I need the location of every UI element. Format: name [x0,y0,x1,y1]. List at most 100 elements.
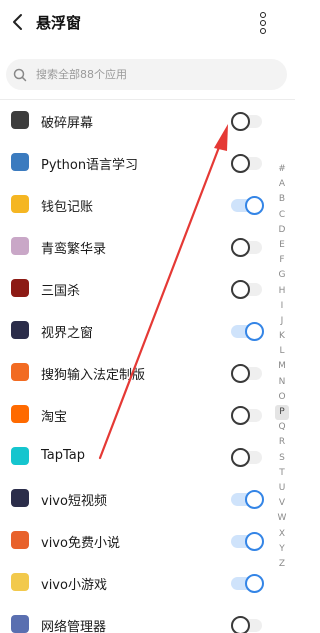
floating-window-toggle[interactable] [231,405,265,425]
toggle-knob [231,280,250,299]
list-item[interactable]: vivo小游戏 [0,562,268,604]
list-item[interactable]: 视界之窗 [0,310,268,352]
search-input[interactable] [36,65,276,84]
list-item[interactable]: vivo短视频 [0,478,268,520]
list-item[interactable]: 破碎屏幕 [0,100,268,142]
search-icon [13,68,27,82]
toggle-knob [231,364,250,383]
more-vertical-icon[interactable] [254,10,272,36]
index-letter[interactable]: O [275,390,289,405]
floating-window-toggle[interactable] [231,615,265,633]
list-item[interactable]: 青鸾繁华录 [0,226,268,268]
toggle-knob [231,616,250,633]
index-letter[interactable]: Z [275,557,289,572]
sanguosha-app-icon [11,279,29,297]
index-letter[interactable]: H [275,284,289,299]
index-letter[interactable]: V [275,496,289,511]
toggle-knob [231,238,250,257]
app-list: 破碎屏幕 Python语言学习 钱包记账青鸾繁华录三国杀视界之窗搜狗输入法定制版 淘宝… [0,100,268,633]
play-window-app-icon [11,321,29,339]
index-letter[interactable]: W [275,511,289,526]
taptap-app-icon [11,447,29,465]
list-item[interactable]: 网络管理器 [0,604,268,633]
index-letter[interactable]: B [275,192,289,207]
toggle-knob [245,322,264,341]
index-letter[interactable]: E [275,238,289,253]
floating-window-toggle[interactable] [231,237,265,257]
list-item[interactable]: Python语言学习 [0,142,268,184]
vivo-video-app-icon [11,489,29,507]
floating-window-toggle[interactable] [231,531,265,551]
toggle-knob [245,196,264,215]
floating-window-toggle[interactable] [231,153,265,173]
app-name: 破碎屏幕 [41,116,94,131]
toggle-knob [245,532,264,551]
index-letter[interactable]: K [275,329,289,344]
index-letter[interactable]: I [275,299,289,314]
app-name: TapTap [41,448,86,463]
wallet-app-icon [11,195,29,213]
page-title: 悬浮窗 [36,14,82,32]
app-name: 搜狗输入法定制版 [41,368,146,383]
index-letter[interactable]: J [275,314,289,329]
floating-window-toggle[interactable] [231,573,265,593]
app-name: vivo免费小说 [41,536,120,551]
floating-window-toggle[interactable] [231,195,265,215]
vivo-novel-app-icon [11,531,29,549]
index-letter[interactable]: R [275,435,289,450]
list-item[interactable]: TapTap [0,436,268,478]
toggle-knob [231,448,250,467]
back-arrow-icon[interactable] [8,11,28,33]
floating-window-toggle[interactable] [231,111,265,131]
list-item[interactable]: 淘宝 [0,394,268,436]
sogou-ime-app-icon [11,363,29,381]
toggle-knob [245,574,264,593]
index-letter[interactable]: Y [275,542,289,557]
floating-window-toggle[interactable] [231,489,265,509]
toggle-knob [245,490,264,509]
index-letter[interactable]: T [275,466,289,481]
index-letter[interactable]: N [275,375,289,390]
app-name: 网络管理器 [41,620,107,633]
network-manager-app-icon [11,615,29,633]
floating-window-toggle[interactable] [231,321,265,341]
search-bar[interactable] [6,59,287,90]
alphabet-index[interactable]: # A B C D E F G H I J K L M N O P Q R S T U V W X Y Z [275,162,289,572]
index-letter[interactable]: M [275,359,289,374]
qingluan-game-icon [11,237,29,255]
python-app-icon [11,153,29,171]
index-letter[interactable]: C [275,208,289,223]
app-name: 淘宝 [41,410,68,425]
index-letter[interactable]: D [275,223,289,238]
index-letter[interactable]: F [275,253,289,268]
app-name: 青鸾繁华录 [41,242,107,257]
list-item[interactable]: 钱包记账 [0,184,268,226]
index-letter[interactable]: X [275,527,289,542]
index-letter[interactable]: L [275,344,289,359]
list-item[interactable]: 搜狗输入法定制版 [0,352,268,394]
app-name: 三国杀 [41,284,81,299]
index-letter[interactable]: S [275,451,289,466]
app-name: vivo小游戏 [41,578,107,593]
list-item[interactable]: 三国杀 [0,268,268,310]
index-letter[interactable]: Q [275,420,289,435]
header: 悬浮窗 [0,0,295,46]
list-item[interactable]: vivo免费小说 [0,520,268,562]
index-letter[interactable]: P [275,405,289,421]
index-letter[interactable]: G [275,268,289,283]
toggle-knob [231,112,250,131]
floating-window-toggle[interactable] [231,447,265,467]
app-name: Python语言学习 [41,158,139,173]
floating-window-toggle[interactable] [231,363,265,383]
app-name: 钱包记账 [41,200,94,215]
index-letter[interactable]: U [275,481,289,496]
toggle-knob [231,406,250,425]
index-letter[interactable]: A [275,177,289,192]
app-name: vivo短视频 [41,494,107,509]
index-letter[interactable]: # [275,162,289,177]
floating-window-toggle[interactable] [231,279,265,299]
app-name: 视界之窗 [41,326,94,341]
taobao-app-icon [11,405,29,423]
broken-screen-app-icon [11,111,29,129]
toggle-knob [231,154,250,173]
